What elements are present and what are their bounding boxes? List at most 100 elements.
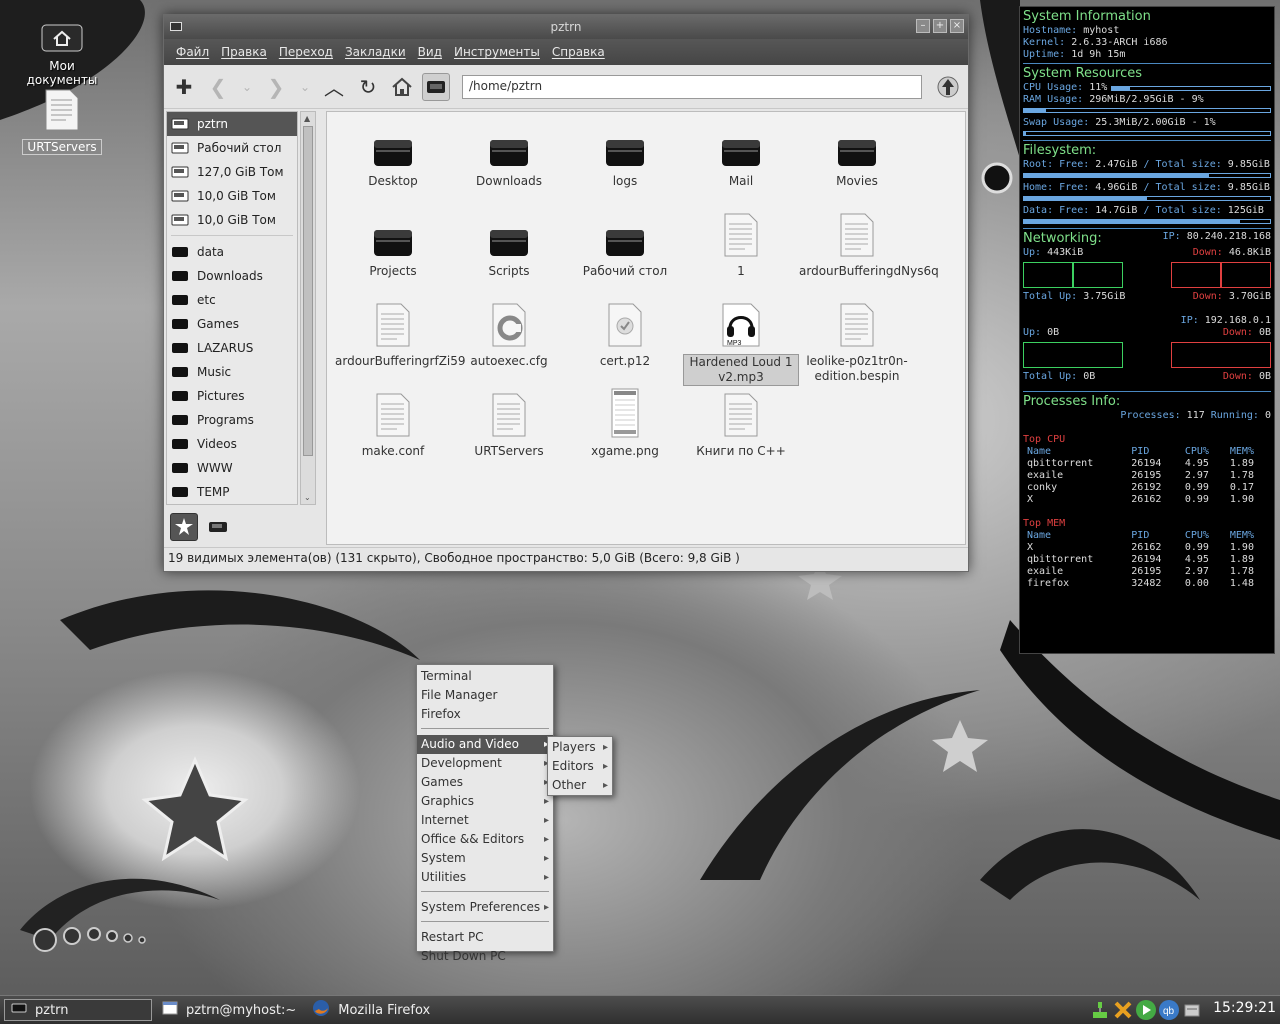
new-tab-button[interactable]: ✚	[170, 73, 198, 101]
file-item[interactable]: Книги по C++	[683, 392, 799, 468]
sidebar-item-device[interactable]: pztrn	[167, 112, 297, 136]
scrollbar-thumb[interactable]	[303, 126, 313, 456]
submenu-item[interactable]: Players	[548, 738, 612, 757]
player-icon[interactable]	[1136, 1000, 1156, 1020]
sidebar-item-bookmark[interactable]: Downloads	[167, 264, 297, 288]
sidebar-item-bookmark[interactable]: WWW	[167, 456, 297, 480]
back-history-button[interactable]: ⌄	[238, 73, 256, 101]
menu-item[interactable]: Internet	[417, 811, 553, 830]
up-button[interactable]: ︿	[320, 73, 348, 101]
sidebar-item-device[interactable]: 10,0 GiB Том	[167, 208, 297, 232]
process-cell: 2.97	[1184, 470, 1209, 481]
scroll-down-icon[interactable]: ⌄	[304, 493, 311, 502]
pane-splitter[interactable]	[320, 111, 324, 547]
places-view-button[interactable]	[170, 513, 198, 541]
submenu-item[interactable]: Editors	[548, 757, 612, 776]
down-speed: 46.8KiB	[1228, 247, 1271, 258]
file-item[interactable]: URTServers	[451, 392, 567, 468]
clipboard-icon[interactable]	[1182, 1000, 1202, 1020]
sidebar-item-bookmark[interactable]: LAZARUS	[167, 336, 297, 360]
sidebar-item-device[interactable]: Рабочий стол	[167, 136, 297, 160]
computer-button[interactable]	[422, 72, 450, 101]
maximize-button[interactable]: +	[933, 19, 947, 33]
sidebar-item-device[interactable]: 127,0 GiB Том	[167, 160, 297, 184]
clock[interactable]: 15:29:21	[1213, 1000, 1276, 1016]
folder-item[interactable]: Projects	[335, 212, 451, 288]
location-bar[interactable]: /home/pztrn	[462, 74, 922, 99]
window-titlebar[interactable]: pztrn – + ×	[164, 15, 968, 39]
menu-item[interactable]: Terminal	[417, 667, 553, 686]
menu-tools[interactable]: Инструменты	[454, 45, 540, 59]
folder-item[interactable]: Scripts	[451, 212, 567, 288]
file-item[interactable]: leolike-p0z1tr0n-edition.bespin	[799, 302, 915, 383]
sidebar-item-bookmark[interactable]: Games	[167, 312, 297, 336]
cpu-freq-icon[interactable]	[1113, 1000, 1133, 1020]
menu-item[interactable]: Shut Down PC	[417, 947, 553, 966]
menu-file[interactable]: Файл	[176, 45, 209, 59]
folder-item[interactable]: Mail	[683, 122, 799, 198]
menu-item[interactable]: Utilities	[417, 868, 553, 887]
file-item[interactable]: MP3 Hardened Loud 1 v2.mp3	[683, 302, 799, 386]
sidebar-item-bookmark[interactable]: Music	[167, 360, 297, 384]
menu-go[interactable]: Переход	[279, 45, 333, 59]
sidebar-item-bookmark[interactable]: data	[167, 240, 297, 264]
menu-item[interactable]: Restart PC	[417, 928, 553, 947]
process-cell: 26162	[1131, 494, 1162, 505]
file-item[interactable]: make.conf	[335, 392, 451, 468]
folder-item[interactable]: logs	[567, 122, 683, 198]
minimize-button[interactable]: –	[916, 19, 930, 33]
menu-item[interactable]: Development	[417, 754, 553, 773]
tree-view-button[interactable]	[204, 513, 232, 541]
file-item[interactable]: ardourBufferingdNys6q	[799, 212, 939, 288]
home-button[interactable]	[388, 73, 416, 101]
sidebar-scrollbar[interactable]: ▲ ⌄	[300, 111, 316, 505]
forward-history-button[interactable]: ⌄	[296, 73, 314, 101]
back-button[interactable]: ❮	[204, 73, 232, 101]
sidebar-item-bookmark[interactable]: Videos	[167, 432, 297, 456]
menu-separator	[421, 728, 549, 729]
menu-help[interactable]: Справка	[552, 45, 605, 59]
menu-edit[interactable]: Правка	[221, 45, 267, 59]
file-item[interactable]: ardourBufferingrfZi59	[335, 302, 466, 378]
sidebar-item-bookmark[interactable]: Programs	[167, 408, 297, 432]
task-pztrn[interactable]: pztrn	[4, 999, 152, 1021]
folder-item[interactable]: Downloads	[451, 122, 567, 198]
menu-item[interactable]: Audio and Video	[417, 735, 553, 754]
sidebar-item-device[interactable]: 10,0 GiB Том	[167, 184, 297, 208]
menu-item[interactable]: System Preferences	[417, 898, 553, 917]
reload-button[interactable]: ↻	[354, 73, 382, 101]
fs-usage-bar	[1023, 219, 1271, 224]
submenu-item[interactable]: Other	[548, 776, 612, 795]
sidebar-item-bookmark[interactable]: Pictures	[167, 384, 297, 408]
scroll-up-icon[interactable]: ▲	[304, 114, 310, 123]
menu-item[interactable]: File Manager	[417, 686, 553, 705]
task-terminal[interactable]: pztrn@myhost:~	[156, 999, 302, 1021]
down-label: Down:	[1192, 291, 1223, 302]
file-item[interactable]: xgame.png	[567, 388, 683, 468]
desktop-icon-my-documents[interactable]: Мои документы	[12, 22, 112, 87]
window-menu-icon[interactable]	[170, 22, 182, 31]
sidebar-item-bookmark[interactable]: etc	[167, 288, 297, 312]
down-label: Down:	[1222, 371, 1253, 382]
file-item[interactable]: autoexec.cfg	[451, 302, 567, 378]
task-firefox[interactable]: Mozilla Firefox	[306, 999, 436, 1021]
menu-item[interactable]: Office && Editors	[417, 830, 553, 849]
close-button[interactable]: ×	[950, 19, 964, 33]
network-icon[interactable]	[1090, 1000, 1110, 1020]
menu-item[interactable]: System	[417, 849, 553, 868]
desktop-icon-urtservers[interactable]: URTServers	[12, 88, 112, 155]
folder-item[interactable]: Рабочий стол	[567, 212, 683, 288]
sidebar-item-bookmark[interactable]: TEMP	[167, 480, 297, 504]
file-item[interactable]: cert.p12	[567, 302, 683, 378]
folder-item[interactable]: Movies	[799, 122, 915, 198]
menu-bookmarks[interactable]: Закладки	[345, 45, 406, 59]
menu-item[interactable]: Graphics	[417, 792, 553, 811]
forward-button[interactable]: ❯	[262, 73, 290, 101]
total-up-label: Total Up:	[1023, 291, 1078, 302]
menu-item[interactable]: Games	[417, 773, 553, 792]
file-item[interactable]: 1	[683, 212, 799, 288]
qbittorrent-icon[interactable]: qb	[1159, 1000, 1179, 1020]
folder-item[interactable]: Desktop	[335, 122, 451, 198]
menu-item[interactable]: Firefox	[417, 705, 553, 724]
menu-view[interactable]: Вид	[418, 45, 442, 59]
